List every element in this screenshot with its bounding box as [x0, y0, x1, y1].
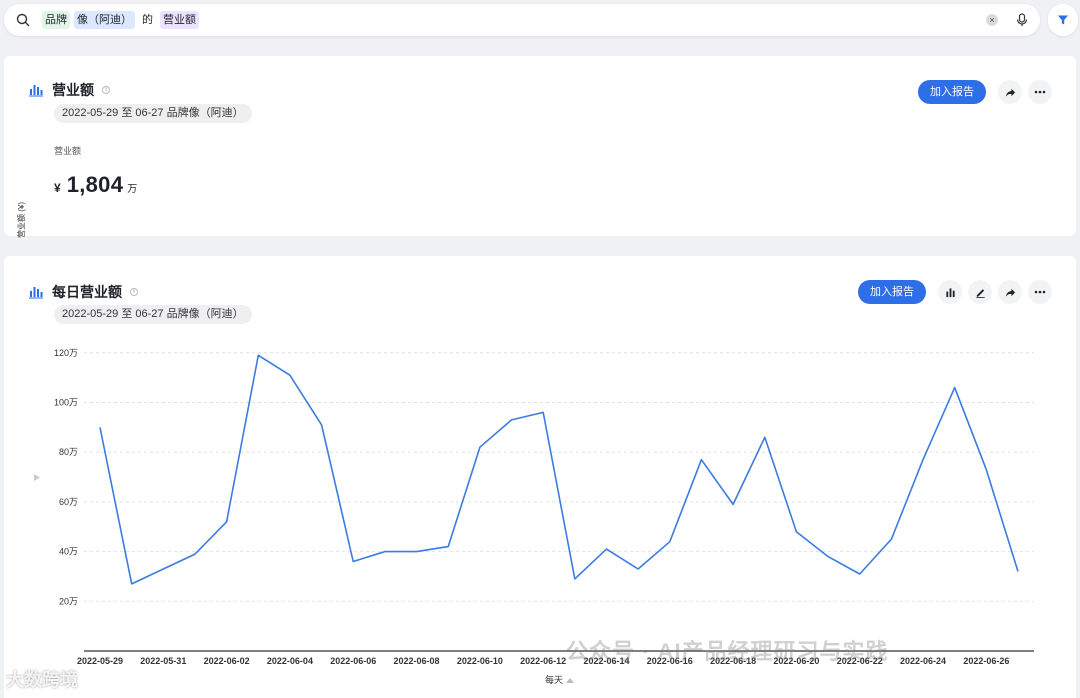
y-tick-label: 80万 [59, 447, 78, 457]
x-axis-label: 每天 [545, 674, 563, 685]
watermark-text: 公众号 · AI产品经理研习与实践 [566, 639, 889, 664]
y-axis-label-wrap: 营业额 (¥) [16, 202, 27, 238]
y-tick-label: 100万 [54, 398, 78, 408]
daily-revenue-chart: 20万 40万 60万 80万 100万 120万 2022-05-29 2022-05-31… [34, 348, 1034, 685]
y-tick-label: 40万 [59, 547, 78, 557]
sort-caret-icon [34, 474, 40, 481]
x-tick-label: 2022-06-06 [330, 656, 376, 666]
series-line [99, 354, 1019, 585]
x-tick-label: 2022-06-02 [204, 656, 250, 666]
watermark-brand: 大数跨境 [6, 670, 78, 690]
sort-caret-icon [566, 678, 574, 683]
x-tick-label: 2022-06-24 [900, 656, 946, 666]
y-tick-label: 60万 [59, 497, 78, 507]
x-tick-label: 2022-06-12 [520, 656, 566, 666]
x-tick-label: 2022-05-29 [77, 656, 123, 666]
y-axis-label: 营业额 (¥) [17, 202, 26, 238]
x-tick-label: 2022-06-04 [267, 656, 313, 666]
y-tick-label: 120万 [54, 348, 78, 358]
x-tick-label: 2022-06-08 [394, 656, 440, 666]
x-tick-label: 2022-06-10 [457, 656, 503, 666]
x-tick-label: 2022-05-31 [140, 656, 186, 666]
x-tick-label: 2022-06-26 [963, 656, 1009, 666]
y-tick-label: 20万 [59, 596, 78, 606]
